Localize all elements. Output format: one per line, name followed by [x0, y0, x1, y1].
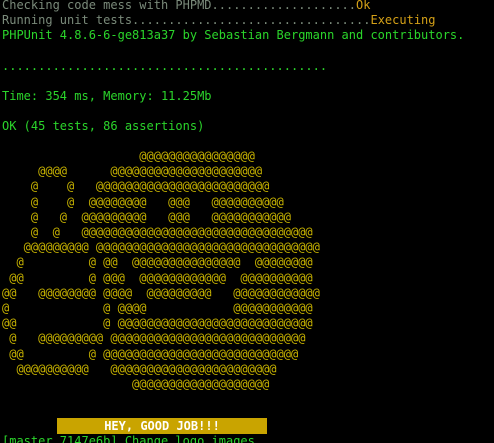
test-progress-dots: ........................................…: [2, 59, 328, 73]
phpunit-version-line: PHPUnit 4.8.6-6-ge813a37 by Sebastian Be…: [2, 28, 465, 42]
phpmd-check-line: Checking code mess with PHPMD...........…: [2, 0, 370, 13]
time-memory-line: Time: 354 ms, Memory: 11.25Mb: [2, 89, 212, 103]
phpmd-check-dots: ....................: [211, 0, 357, 12]
phpmd-check-status: Ok: [356, 0, 371, 12]
unit-tests-dots: .................................: [132, 13, 371, 27]
good-job-banner: HEY, GOOD JOB!!!: [57, 418, 267, 434]
git-commit-status-line: [master 7147e6b] Change logo images: [2, 434, 255, 443]
phpmd-check-label: Checking code mess with PHPMD: [2, 0, 212, 12]
unit-tests-label: Running unit tests: [2, 13, 133, 27]
test-result-line: OK (45 tests, 86 assertions): [2, 119, 205, 133]
smiley-ascii-art: @@@@@@@@@@@@@@@@ @@@@ @@@@@@@@@@@@@@@@@@…: [2, 149, 320, 392]
unit-tests-line: Running unit tests......................…: [2, 13, 436, 28]
unit-tests-status: Executing: [370, 13, 436, 27]
terminal-window[interactable]: Checking code mess with PHPMD...........…: [0, 0, 494, 443]
